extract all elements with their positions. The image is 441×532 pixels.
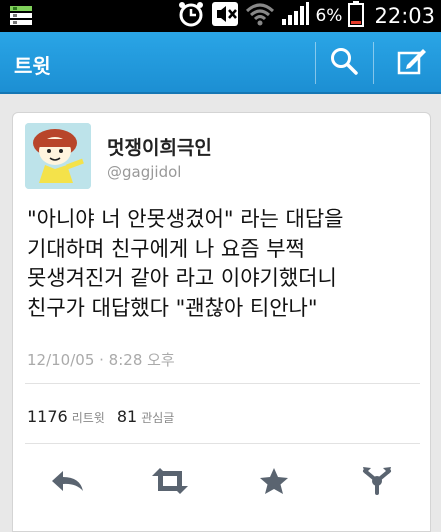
search-icon [330, 47, 358, 79]
compose-button[interactable] [384, 32, 439, 94]
divider [25, 383, 420, 384]
share-button[interactable] [357, 465, 397, 501]
author-handle[interactable]: @gagjidol [107, 163, 181, 181]
tweet-stats: 1176 리트윗 81 관심글 [27, 407, 186, 426]
clock: 22:03 [374, 4, 435, 28]
tweet-actions [13, 453, 432, 513]
action-bar: 트윗 [0, 32, 441, 94]
tweet-timestamp: 12/10/05 · 8:28 오후 [27, 351, 175, 369]
reply-icon [50, 469, 84, 497]
favorite-icon [259, 467, 289, 499]
divider [25, 443, 420, 444]
favorites-count[interactable]: 81 [117, 407, 137, 426]
search-button[interactable] [316, 32, 371, 94]
mute-icon [211, 1, 239, 31]
retweets-label[interactable]: 리트윗 [72, 409, 105, 426]
retweet-button[interactable] [150, 465, 190, 501]
page-title: 트윗 [14, 54, 51, 78]
avatar[interactable] [25, 123, 91, 189]
action-bar-divider [373, 42, 374, 84]
alarm-icon [177, 0, 205, 32]
retweets-count[interactable]: 1176 [27, 407, 68, 426]
share-icon [361, 465, 393, 501]
signal-icon [281, 2, 310, 30]
battery-icon [348, 1, 365, 31]
tweet-card: 멋쟁이희극인 @gagjidol "아니야 너 안못생겼어" 라는 대답을 기대… [12, 112, 431, 532]
compose-icon [397, 47, 427, 79]
notification-bars-icon [10, 6, 32, 30]
favorites-label[interactable]: 관심글 [141, 409, 174, 426]
retweet-icon [150, 467, 190, 499]
reply-button[interactable] [47, 465, 87, 501]
favorite-button[interactable] [254, 465, 294, 501]
tweet-text: "아니야 너 안못생겼어" 라는 대답을 기대하며 친구에게 나 요즘 부쩍 못… [27, 207, 344, 320]
author-name[interactable]: 멋쟁이희극인 [107, 133, 212, 160]
wifi-icon [245, 2, 275, 30]
battery-percent: 6% [315, 6, 343, 26]
status-bar: 6% 22:03 [0, 0, 441, 32]
